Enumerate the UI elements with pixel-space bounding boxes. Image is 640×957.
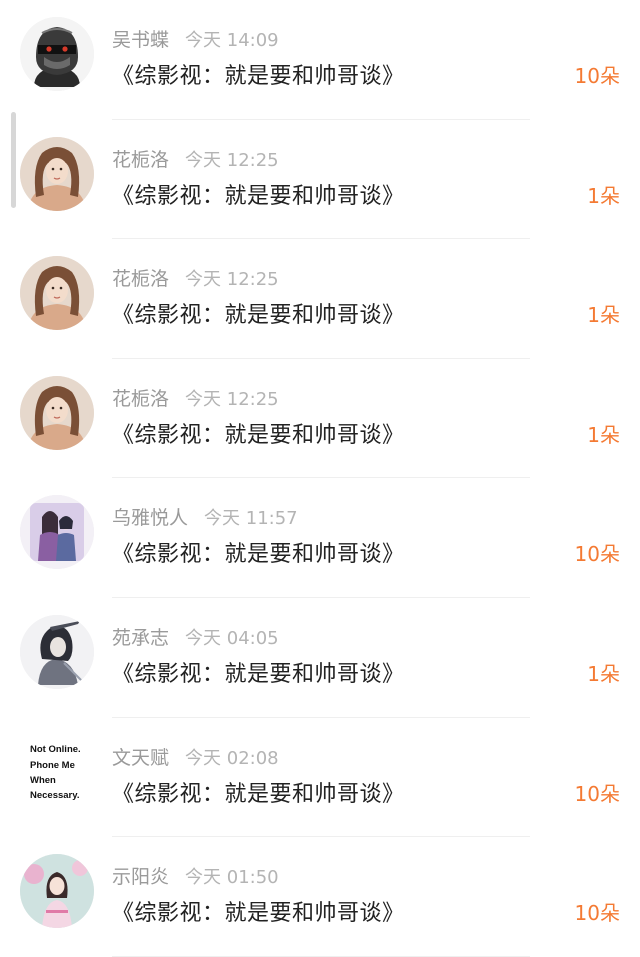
list-item[interactable]: 花栀洛 今天 12:25 《综影视：就是要和帅哥谈》 1朵: [0, 239, 640, 359]
long-hair-girl-avatar-icon: [20, 256, 94, 331]
avatar-text-line: Not Online.: [30, 744, 81, 755]
gift-count: 1朵: [587, 422, 620, 447]
gift-count: 10朵: [574, 64, 620, 88]
gift-title: 《综影视：就是要和帅哥谈》: [112, 542, 405, 568]
list-item[interactable]: 苑承志 今天 04:05 《综影视：就是要和帅哥谈》 1朵: [0, 598, 640, 718]
username[interactable]: 花栀洛 今天 12:25: [112, 384, 279, 411]
avatar[interactable]: [20, 375, 94, 450]
avatar[interactable]: [20, 17, 94, 91]
username[interactable]: 吴书蝶 今天 14:09: [112, 25, 279, 52]
username-text[interactable]: 示阳炎: [112, 866, 169, 888]
gift-title: 《综影视：就是要和帅哥谈》: [112, 901, 405, 927]
timestamp: 今天 11:57: [204, 508, 298, 530]
list-item[interactable]: 示阳炎 今天 01:50 《综影视：就是要和帅哥谈》 10朵: [0, 837, 640, 957]
pink-girl-avatar-icon: [20, 854, 94, 929]
avatar-text-line: When: [30, 775, 56, 786]
username[interactable]: 乌雅悦人 今天 11:57: [112, 503, 298, 530]
gift-title: 《综影视：就是要和帅哥谈》: [112, 661, 405, 687]
timestamp: 今天 14:09: [185, 30, 279, 51]
username-text[interactable]: 花栀洛: [112, 268, 169, 290]
text-sign-avatar-icon: Not Online. Phone Me When Necessary.: [20, 734, 94, 809]
avatar[interactable]: [20, 256, 94, 331]
gift-count: 10朵: [574, 901, 620, 926]
avatar[interactable]: [20, 495, 94, 570]
avatar-text-line: Necessary.: [30, 790, 79, 801]
gift-title: 《综影视：就是要和帅哥谈》: [112, 64, 405, 89]
timestamp: 今天 12:25: [185, 269, 279, 291]
username-text[interactable]: 吴书蝶: [112, 29, 169, 51]
avatar[interactable]: [20, 136, 94, 211]
long-hair-girl-avatar-icon: [20, 375, 94, 450]
username-text[interactable]: 文天赋: [112, 747, 169, 769]
avatar[interactable]: [20, 614, 94, 689]
username-text[interactable]: 花栀洛: [112, 388, 169, 410]
timestamp: 今天 04:05: [185, 627, 279, 649]
ink-swordsman-avatar-icon: [20, 614, 94, 689]
timestamp: 今天 01:50: [185, 867, 279, 889]
username-text[interactable]: 苑承志: [112, 627, 169, 649]
list-item[interactable]: 乌雅悦人 今天 11:57 《综影视：就是要和帅哥谈》 10朵: [0, 478, 640, 598]
gift-title: 《综影视：就是要和帅哥谈》: [112, 781, 405, 807]
long-hair-girl-avatar-icon: [20, 136, 94, 211]
gift-count: 1朵: [587, 183, 620, 208]
gift-title: 《综影视：就是要和帅哥谈》: [112, 422, 405, 448]
username-text[interactable]: 花栀洛: [112, 149, 169, 171]
list-item[interactable]: 吴书蝶 今天 14:09 《综影视：就是要和帅哥谈》 10朵: [0, 0, 640, 120]
timestamp: 今天 12:25: [185, 149, 279, 171]
avatar[interactable]: [20, 854, 94, 929]
username[interactable]: 示阳炎 今天 01:50: [112, 862, 279, 889]
username[interactable]: 文天赋 今天 02:08: [112, 743, 279, 770]
gift-title: 《综影视：就是要和帅哥谈》: [112, 183, 405, 209]
gift-count: 10朵: [574, 542, 620, 567]
list-item[interactable]: Not Online. Phone Me When Necessary. 文天赋…: [0, 718, 640, 838]
username[interactable]: 苑承志 今天 04:05: [112, 623, 279, 650]
avatar-text-line: Phone Me: [30, 760, 75, 771]
gift-record-list: 吴书蝶 今天 14:09 《综影视：就是要和帅哥谈》 10朵 花栀洛 今天 12:2…: [0, 0, 640, 957]
anime-couple-avatar-icon: [20, 495, 94, 570]
username-text[interactable]: 乌雅悦人: [112, 507, 188, 529]
username[interactable]: 花栀洛 今天 12:25: [112, 264, 279, 291]
gift-count: 1朵: [587, 303, 620, 328]
timestamp: 今天 12:25: [185, 388, 279, 410]
gift-count: 1朵: [587, 661, 620, 686]
list-item[interactable]: 花栀洛 今天 12:25 《综影视：就是要和帅哥谈》 1朵: [0, 359, 640, 479]
list-item[interactable]: 花栀洛 今天 12:25 《综影视：就是要和帅哥谈》 1朵: [0, 120, 640, 240]
avatar[interactable]: Not Online. Phone Me When Necessary.: [20, 734, 94, 809]
gift-count: 10朵: [574, 781, 620, 806]
gift-title: 《综影视：就是要和帅哥谈》: [112, 303, 405, 329]
timestamp: 今天 02:08: [185, 747, 279, 769]
armored-knight-avatar-icon: [20, 17, 94, 91]
username[interactable]: 花栀洛 今天 12:25: [112, 145, 279, 172]
